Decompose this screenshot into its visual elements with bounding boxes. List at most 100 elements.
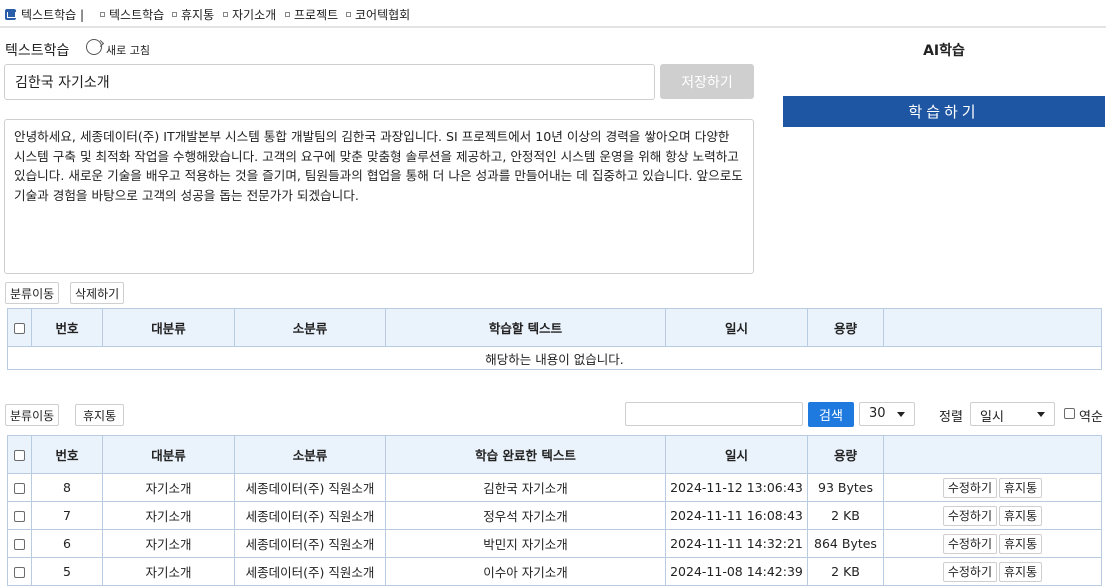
column-header: 번호 [31,435,103,474]
cell-actions: 수정하기 휴지통 [883,529,1102,558]
cell-size: 2 KB [807,501,884,530]
row-trash-button[interactable]: 휴지통 [999,477,1043,498]
tab-label: 자기소개 [232,8,277,22]
column-header: 용량 [807,308,884,347]
tab-label: 프로젝트 [294,8,339,22]
tab-current[interactable]: 텍스트학습 | [21,6,84,23]
empty-message: 해당하는 내용이 없습니다. [7,346,1102,370]
chevron-down-icon [897,412,905,417]
select-all-cell[interactable] [7,435,32,474]
select-all-cell[interactable] [7,308,32,347]
completed-table: 번호 대분류 소분류 학습 완료한 텍스트 일시 용량 8 자기소개 세종데이터… [7,435,1102,586]
column-header: 번호 [31,308,103,347]
row-checkbox[interactable] [14,483,25,494]
cell-date: 2024-11-08 14:42:39 [665,557,808,586]
cell-text[interactable]: 이수아 자기소개 [385,557,666,586]
column-header: 대분류 [102,308,235,347]
tab-square-icon [346,12,351,17]
table-row[interactable]: 7 자기소개 세종데이터(주) 직원소개 정우석 자기소개 2024-11-11… [7,501,1102,530]
row-checkbox[interactable] [14,567,25,578]
row-trash-button[interactable]: 휴지통 [999,505,1043,526]
cell-no: 8 [31,473,103,502]
cell-date: 2024-11-12 13:06:43 [665,473,808,502]
chevron-down-icon [1037,412,1045,417]
select-all-checkbox[interactable] [14,450,25,461]
tab-text-learning[interactable]: 텍스트학습 [100,6,164,23]
cell-size: 2 KB [807,557,884,586]
row-checkbox[interactable] [14,539,25,550]
column-header: 학습할 텍스트 [385,308,666,347]
edit-button[interactable]: 수정하기 [942,505,998,526]
trash-button[interactable]: 휴지통 [75,404,125,426]
tab-bar: 텍스트학습 | 텍스트학습 휴지통 자기소개 프로젝트 코어텍협회 [0,0,1106,28]
reverse-label: 역순 [1079,410,1103,425]
content-textarea[interactable]: 안녕하세요, 세종데이터(주) IT개발본부 시스템 통합 개발팀의 김한국 과… [4,119,754,274]
tab-project[interactable]: 프로젝트 [285,6,338,23]
cell-no: 7 [31,501,103,530]
sort-label: 정렬 [939,410,963,425]
page-size-select[interactable]: 30 [859,402,915,426]
sort-select[interactable]: 일시 [970,402,1055,426]
tab-label: 휴지통 [181,8,215,22]
search-button[interactable]: 검색 [808,402,854,427]
column-header: 소분류 [234,308,386,347]
move-category-button-2[interactable]: 분류이동 [5,404,60,426]
table-row[interactable]: 6 자기소개 세종데이터(주) 직원소개 박민지 자기소개 2024-11-11… [7,529,1102,558]
refresh-label[interactable]: 새로 고침 [106,42,150,58]
tab-trash[interactable]: 휴지통 [172,6,214,23]
home-icon[interactable] [5,9,16,20]
refresh-icon[interactable] [86,39,102,55]
save-button[interactable]: 저장하기 [660,64,754,99]
column-header: 일시 [665,308,808,347]
cell-major: 자기소개 [102,501,235,530]
reverse-checkbox[interactable] [1064,408,1075,419]
select-all-checkbox[interactable] [14,323,25,334]
row-checkbox-cell[interactable] [7,501,32,530]
table-row[interactable]: 8 자기소개 세종데이터(주) 직원소개 김한국 자기소개 2024-11-12… [7,473,1102,502]
edit-button[interactable]: 수정하기 [942,533,998,554]
cell-major: 자기소개 [102,473,235,502]
move-category-button[interactable]: 분류이동 [5,282,60,304]
cell-minor: 세종데이터(주) 직원소개 [234,473,386,502]
cell-actions: 수정하기 휴지통 [883,557,1102,586]
learn-button[interactable]: 학습하기 [783,96,1105,127]
cell-size: 93 Bytes [807,473,884,502]
edit-button[interactable]: 수정하기 [942,477,998,498]
page-title: 텍스트학습 [5,43,70,59]
tab-label: 코어텍협회 [355,8,411,22]
cell-text[interactable]: 김한국 자기소개 [385,473,666,502]
cell-text[interactable]: 정우석 자기소개 [385,501,666,530]
cell-size: 864 Bytes [807,529,884,558]
row-checkbox-cell[interactable] [7,473,32,502]
cell-actions: 수정하기 휴지통 [883,473,1102,502]
table-header-row: 번호 대분류 소분류 학습 완료한 텍스트 일시 용량 [7,435,1102,474]
cell-date: 2024-11-11 14:32:21 [665,529,808,558]
column-header: 소분류 [234,435,386,474]
tab-square-icon [172,12,177,17]
table-header-row: 번호 대분류 소분류 학습할 텍스트 일시 용량 [7,308,1102,347]
row-trash-button[interactable]: 휴지통 [999,561,1043,582]
row-checkbox-cell[interactable] [7,529,32,558]
row-trash-button[interactable]: 휴지통 [999,533,1043,554]
tab-self-intro[interactable]: 자기소개 [223,6,276,23]
edit-button[interactable]: 수정하기 [942,561,998,582]
empty-row: 해당하는 내용이 없습니다. [7,346,1102,370]
row-checkbox[interactable] [14,511,25,522]
cell-minor: 세종데이터(주) 직원소개 [234,557,386,586]
search-input[interactable] [625,402,803,426]
cell-text[interactable]: 박민지 자기소개 [385,529,666,558]
cell-date: 2024-11-11 16:08:43 [665,501,808,530]
tab-square-icon [100,12,105,17]
cell-no: 6 [31,529,103,558]
cell-minor: 세종데이터(주) 직원소개 [234,529,386,558]
column-header: 용량 [807,435,884,474]
cell-major: 자기소개 [102,557,235,586]
row-checkbox-cell[interactable] [7,557,32,586]
column-header: 대분류 [102,435,235,474]
ai-learning-title: AI학습 [923,43,965,59]
title-input[interactable] [4,64,655,100]
pending-table: 번호 대분류 소분류 학습할 텍스트 일시 용량 해당하는 내용이 없습니다. [7,308,1102,370]
table-row[interactable]: 5 자기소개 세종데이터(주) 직원소개 이수아 자기소개 2024-11-08… [7,557,1102,586]
delete-button[interactable]: 삭제하기 [70,282,125,304]
tab-coretech[interactable]: 코어텍협회 [346,6,410,23]
